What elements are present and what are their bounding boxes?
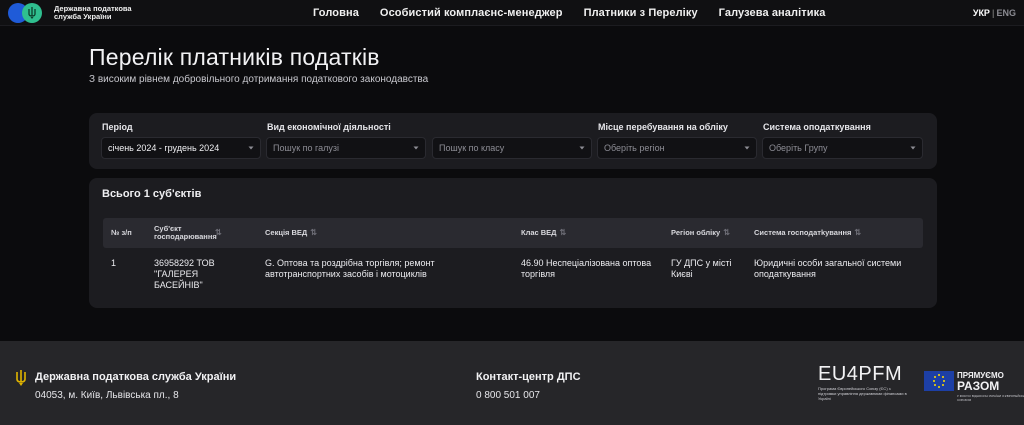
lang-eng[interactable]: ENG <box>996 8 1016 18</box>
logo-text: Державна податкова служба України <box>54 4 132 21</box>
eu-flag-icon <box>924 371 954 391</box>
nav-industry-analytics[interactable]: Галузева аналітика <box>719 7 826 19</box>
cell-section: G. Оптова та роздрібна торгівля; ремонт … <box>265 258 435 279</box>
col-system[interactable]: Система господатkування ⇅ <box>754 229 861 237</box>
table-row[interactable]: 1 36958292 ТОВ "ГАЛЕРЕЯ БАСЕЙНІВ" G. Опт… <box>103 256 923 296</box>
col-region[interactable]: Регіон обліку ⇅ <box>671 229 730 237</box>
registration-label: Місце перебування на обліку <box>598 122 728 132</box>
cell-region: ГУ ДПС у місті Києві <box>671 258 732 279</box>
chevron-down-icon <box>910 145 916 151</box>
dps-logo[interactable]: Державна податкова служба України <box>8 2 134 24</box>
main-nav: Головна Особистий комплаєнс-менеджер Пла… <box>313 0 846 26</box>
group-select[interactable]: Оберіть Групу <box>762 137 923 159</box>
nav-home[interactable]: Головна <box>313 7 359 19</box>
footer-address: 04053, м. Київ, Львівська пл., 8 <box>35 390 179 401</box>
col-entity[interactable]: Суб'єкт господарювання ⇅ <box>154 225 222 241</box>
footer-phone[interactable]: 0 800 501 007 <box>476 390 540 401</box>
lang-ukr[interactable]: УКР <box>973 8 990 18</box>
cell-class: 46.90 Неспеціалізована оптова торгівля <box>521 258 652 279</box>
sort-icon: ⇅ <box>559 228 567 237</box>
chevron-down-icon <box>413 145 419 151</box>
sort-icon: ⇅ <box>854 228 862 237</box>
cell-entity: 36958292 ТОВ "ГАЛЕРЕЯ БАСЕЙНІВ" <box>154 258 215 290</box>
tax-system-label: Система оподаткування <box>763 122 871 132</box>
page-subtitle: З високим рівнем добровільного дотриманн… <box>89 74 429 85</box>
pryamuemo-caption: У ФОКУСІ ВІДНОСИН УКРАЇНИ З ЄВРОПЕЙСЬКИМ… <box>957 394 1024 402</box>
trident-icon <box>16 370 26 386</box>
period-select[interactable]: січень 2024 - грудень 2024 <box>101 137 261 159</box>
industry-select[interactable]: Пошук по галузі <box>266 137 426 159</box>
pryamuemo-razom-logo: ПРЯМУЄМО РАЗОМ У ФОКУСІ ВІДНОСИН УКРАЇНИ… <box>924 371 1024 402</box>
footer-org-name: Державна податкова служба України <box>35 371 237 383</box>
chevron-down-icon <box>744 145 750 151</box>
trident-icon <box>22 3 42 23</box>
cell-number: 1 <box>111 258 117 268</box>
footer-contact-title: Контакт-центр ДПС <box>476 371 581 383</box>
eu4pfm-text: EU4PFM <box>818 363 903 385</box>
results-count: Всього 1 суб'єктів <box>102 188 202 200</box>
activity-label: Вид економічної діяльності <box>267 122 391 132</box>
period-value: січень 2024 - грудень 2024 <box>108 143 220 153</box>
lang-separator: | <box>991 8 995 18</box>
table-header: № з/п Суб'єкт господарювання ⇅ Секція ВЕД… <box>103 218 923 248</box>
region-placeholder: Оберіть регіон <box>604 143 665 153</box>
nav-compliance-manager[interactable]: Особистий комплаєнс-менеджер <box>380 7 563 19</box>
filters-panel: Період січень 2024 - грудень 2024 Вид ек… <box>89 113 937 169</box>
nav-taxpayers-list[interactable]: Платники з Переліку <box>584 7 698 19</box>
eu4pfm-logo: EU4PFM Програма Європейського Союзу (ЄС)… <box>818 364 910 408</box>
region-select[interactable]: Оберіть регіон <box>597 137 757 159</box>
page-title: Перелік платників податків <box>89 44 380 70</box>
group-placeholder: Оберіть Групу <box>769 143 828 153</box>
class-select[interactable]: Пошук по класу <box>432 137 592 159</box>
sort-icon: ⇅ <box>723 228 730 237</box>
sort-icon: ⇅ <box>310 228 317 237</box>
class-placeholder: Пошук по класу <box>439 143 505 153</box>
chevron-down-icon <box>579 145 585 151</box>
results-panel: Всього 1 суб'єктів № з/п Суб'єкт господа… <box>89 178 937 308</box>
eu4pfm-caption: Програма Європейського Союзу (ЄС) з підт… <box>818 386 907 401</box>
col-section[interactable]: Секція ВЕД ⇅ <box>265 229 317 237</box>
pryamuemo-line2: РАЗОМ <box>957 379 1000 393</box>
industry-placeholder: Пошук по галузі <box>273 143 339 153</box>
col-number[interactable]: № з/п <box>111 229 132 237</box>
logo-emblem <box>8 2 50 24</box>
top-navbar: Державна податкова служба України Головн… <box>0 0 1024 26</box>
chevron-down-icon <box>248 145 254 151</box>
language-switcher: УКР | ENG <box>973 0 1016 26</box>
sort-icon: ⇅ <box>215 228 222 237</box>
period-label: Період <box>102 122 133 132</box>
cell-system: Юридичні особи загальної системи оподатк… <box>754 258 902 279</box>
col-class[interactable]: Клас ВЕД ⇅ <box>521 229 566 237</box>
